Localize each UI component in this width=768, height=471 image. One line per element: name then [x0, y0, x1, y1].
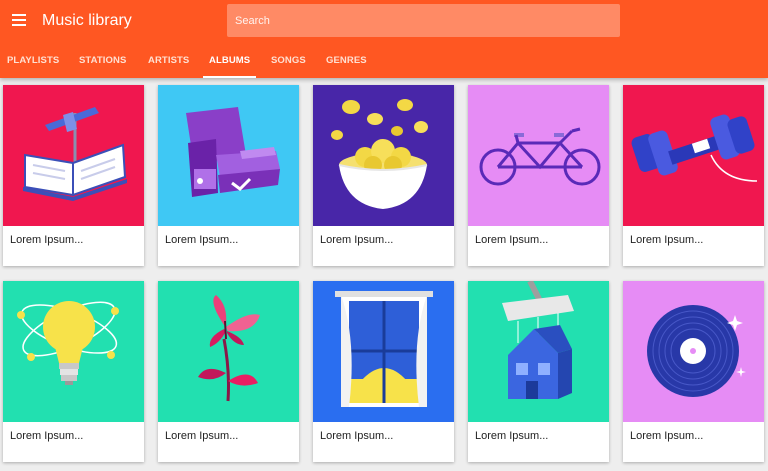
album-title: Lorem Ipsum...	[630, 430, 704, 442]
album-title: Lorem Ipsum...	[10, 430, 84, 442]
album-cover	[158, 85, 299, 226]
album-title: Lorem Ipsum...	[165, 234, 239, 246]
album-card[interactable]: Lorem Ipsum...	[623, 85, 764, 266]
album-cover	[313, 281, 454, 422]
album-card[interactable]: Lorem Ipsum...	[313, 281, 454, 462]
menu-icon[interactable]	[12, 14, 26, 27]
album-title: Lorem Ipsum...	[630, 234, 704, 246]
tab-albums[interactable]: ALBUMS	[202, 44, 257, 78]
album-cover	[3, 281, 144, 422]
tab-genres[interactable]: GENRES	[326, 44, 367, 78]
album-card[interactable]: Lorem Ipsum...	[158, 85, 299, 266]
butterfly-flower-icon	[198, 295, 260, 402]
tab-stations[interactable]: STATIONS	[79, 44, 126, 78]
lightbulb-icon	[17, 301, 119, 385]
app-bar: Music library PLAYLISTS STATIONS ARTISTS…	[0, 0, 768, 78]
open-book-signpost-icon	[23, 107, 127, 201]
app-title: Music library	[42, 12, 132, 29]
tab-bar: PLAYLISTS STATIONS ARTISTS ALBUMS SONGS …	[0, 44, 768, 78]
album-card[interactable]: Lorem Ipsum...	[158, 281, 299, 462]
dumbbell-icon	[631, 114, 758, 182]
album-cover	[158, 281, 299, 422]
album-card[interactable]: Lorem Ipsum...	[623, 281, 764, 462]
album-title: Lorem Ipsum...	[475, 234, 549, 246]
tab-artists[interactable]: ARTISTS	[148, 44, 189, 78]
album-cover	[313, 85, 454, 226]
vinyl-record-icon	[647, 305, 746, 397]
album-card[interactable]: Lorem Ipsum...	[3, 281, 144, 462]
tab-playlists[interactable]: PLAYLISTS	[7, 44, 59, 78]
album-card[interactable]: Lorem Ipsum...	[468, 85, 609, 266]
album-card[interactable]: Lorem Ipsum...	[3, 85, 144, 266]
album-cover	[3, 85, 144, 226]
window-sunrise-icon	[335, 291, 433, 407]
album-title: Lorem Ipsum...	[475, 430, 549, 442]
album-card[interactable]: Lorem Ipsum...	[468, 281, 609, 462]
album-title: Lorem Ipsum...	[320, 234, 394, 246]
recliner-chair-icon	[186, 107, 280, 197]
album-cover	[468, 85, 609, 226]
album-cover	[468, 281, 609, 422]
search-input[interactable]	[227, 4, 620, 37]
tandem-bicycle-icon	[479, 127, 601, 186]
album-title: Lorem Ipsum...	[10, 234, 84, 246]
tab-songs[interactable]: SONGS	[271, 44, 306, 78]
chips-bowl-icon	[331, 99, 428, 209]
vacuum-house-icon	[502, 281, 574, 399]
album-cover	[623, 85, 764, 226]
album-card[interactable]: Lorem Ipsum...	[313, 85, 454, 266]
album-title: Lorem Ipsum...	[320, 430, 394, 442]
album-cover	[623, 281, 764, 422]
album-title: Lorem Ipsum...	[165, 430, 239, 442]
